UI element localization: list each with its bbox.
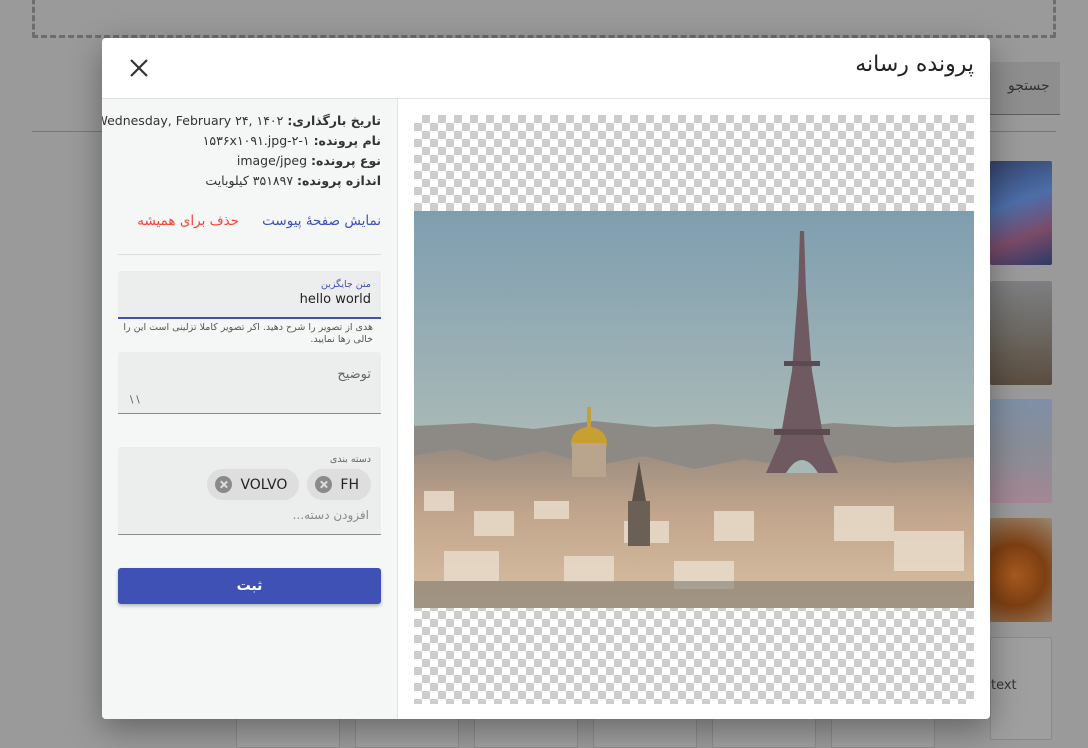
upload-dropzone [32, 0, 1056, 38]
file-size-label: اندازه پرونده: [297, 173, 381, 188]
description-field[interactable]: توضیح ∖∖ [118, 352, 381, 414]
broken-image-thumbnail: text [990, 637, 1052, 740]
file-name-label: نام پرونده: [313, 133, 381, 148]
file-metadata: تاریخ بارگذاری: Wednesday, February ۲۴, … [102, 111, 381, 191]
media-thumbnail [831, 718, 935, 748]
file-type-value: image/jpeg [236, 153, 308, 168]
search-field: جستجو [990, 62, 1060, 115]
upload-date-value: Wednesday, February ۲۴, ۱۴۰۲ [102, 113, 284, 128]
media-thumbnail [593, 718, 697, 748]
file-actions: نمایش صفحهٔ پیوست حذف برای همیشه [137, 210, 381, 229]
chip-label: VOLVO [240, 476, 288, 493]
preview-photo [414, 211, 974, 608]
media-file-dialog: پرونده رسانه تاریخ بارگذاری: Wednesday, … [102, 38, 990, 719]
broken-image-alt: text [991, 678, 1017, 693]
alt-text-hint: هدی از تصویر را شرح دهید. اکر تصویر کامل… [123, 322, 373, 345]
close-icon [130, 59, 148, 77]
media-thumbnail [712, 718, 816, 748]
media-thumbnail [990, 281, 1052, 385]
alt-text-value[interactable]: hello world [300, 292, 371, 307]
media-thumbnail [355, 718, 459, 748]
category-chips: FH VOLVO [207, 469, 371, 500]
image-preview [414, 115, 974, 704]
category-chip[interactable]: VOLVO [207, 469, 300, 500]
search-label: جستجو [1008, 78, 1050, 94]
resize-handle-icon[interactable]: ∖∖ [128, 395, 141, 406]
dialog-header: پرونده رسانه [102, 38, 990, 99]
upload-date-label: تاریخ بارگذاری: [287, 113, 381, 128]
upload-date-row: تاریخ بارگذاری: Wednesday, February ۲۴, … [102, 111, 381, 131]
alt-text-label: متن جایگزین [321, 279, 371, 290]
categories-label: دسته بندی [329, 454, 371, 465]
submit-button[interactable]: ثبت [118, 568, 381, 604]
media-thumbnail [990, 399, 1052, 503]
remove-chip-icon[interactable] [215, 476, 233, 493]
file-size-row: اندازه پرونده: ۳۵۱۸۹۷ کیلوبایت [102, 171, 381, 191]
media-thumbnail [990, 518, 1052, 622]
file-size-value: ۳۵۱۸۹۷ کیلوبایت [205, 173, 294, 188]
file-type-row: نوع پرونده: image/jpeg [102, 151, 381, 171]
divider [118, 254, 381, 255]
chip-label: FH [340, 476, 359, 493]
alt-text-field[interactable]: متن جایگزین hello world [118, 271, 381, 319]
file-type-label: نوع پرونده: [311, 153, 381, 168]
close-button[interactable] [126, 55, 152, 81]
categories-field: دسته بندی FH VOLVO [118, 447, 381, 535]
remove-chip-icon[interactable] [315, 476, 333, 493]
file-name-row: نام پرونده: ۱۵۳۶x۱۰۹۱.jpg-۲-۱ [102, 131, 381, 151]
dialog-title: پرونده رسانه [855, 52, 974, 77]
media-thumbnail [474, 718, 578, 748]
description-label: توضیح [337, 367, 371, 382]
details-sidebar: تاریخ بارگذاری: Wednesday, February ۲۴, … [102, 99, 398, 719]
category-chip[interactable]: FH [307, 469, 371, 500]
add-category-input[interactable] [137, 507, 371, 523]
media-thumbnail [236, 718, 340, 748]
media-thumbnail [990, 161, 1052, 265]
view-attachment-link[interactable]: نمایش صفحهٔ پیوست [262, 213, 381, 229]
delete-forever-link[interactable]: حذف برای همیشه [137, 213, 239, 229]
file-name-value: ۱۵۳۶x۱۰۹۱.jpg-۲-۱ [202, 133, 310, 148]
